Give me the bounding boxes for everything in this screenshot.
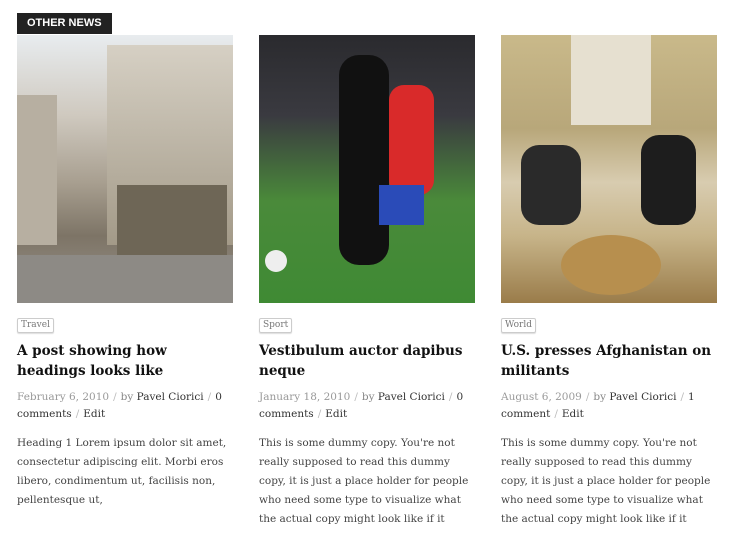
category-tag[interactable]: Sport xyxy=(259,318,293,333)
category-tag[interactable]: World xyxy=(501,318,536,333)
post-excerpt: This is some dummy copy. You're not real… xyxy=(501,437,711,525)
post-date[interactable]: February 6, 2010 xyxy=(17,391,109,403)
post-excerpt: This is some dummy copy. You're not real… xyxy=(259,437,469,525)
author-link[interactable]: Pavel Ciorici xyxy=(137,391,204,403)
edit-link[interactable]: Edit xyxy=(83,408,105,420)
post-meta: January 18, 2010/by Pavel Ciorici/0 comm… xyxy=(259,391,464,420)
post-excerpt: Heading 1 Lorem ipsum dolor sit amet, co… xyxy=(17,437,227,506)
post-title[interactable]: A post showing how headings looks like xyxy=(17,341,233,381)
post-thumbnail[interactable] xyxy=(17,35,233,303)
post-thumbnail[interactable] xyxy=(259,35,475,303)
edit-link[interactable]: Edit xyxy=(562,408,584,420)
post-meta: August 6, 2009/by Pavel Ciorici/1 commen… xyxy=(501,391,695,420)
by-label: by xyxy=(593,391,607,403)
post-card: Sport Vestibulum auctor dapibus neque Ja… xyxy=(259,35,475,540)
by-label: by xyxy=(361,391,375,403)
post-card: Travel A post showing how headings looks… xyxy=(17,35,233,521)
section-title: OTHER NEWS xyxy=(17,13,112,34)
post-date[interactable]: January 18, 2010 xyxy=(259,391,350,403)
by-label: by xyxy=(120,391,134,403)
post-meta: February 6, 2010/by Pavel Ciorici/0 comm… xyxy=(17,391,222,420)
post-title[interactable]: Vestibulum auctor dapibus neque xyxy=(259,341,475,381)
post-card: World U.S. presses Afghanistan on milita… xyxy=(501,35,717,540)
category-tag[interactable]: Travel xyxy=(17,318,54,333)
edit-link[interactable]: Edit xyxy=(325,408,347,420)
post-thumbnail[interactable] xyxy=(501,35,717,303)
author-link[interactable]: Pavel Ciorici xyxy=(378,391,445,403)
post-title[interactable]: U.S. presses Afghanistan on militants xyxy=(501,341,717,381)
post-date[interactable]: August 6, 2009 xyxy=(501,391,582,403)
author-link[interactable]: Pavel Ciorici xyxy=(609,391,676,403)
